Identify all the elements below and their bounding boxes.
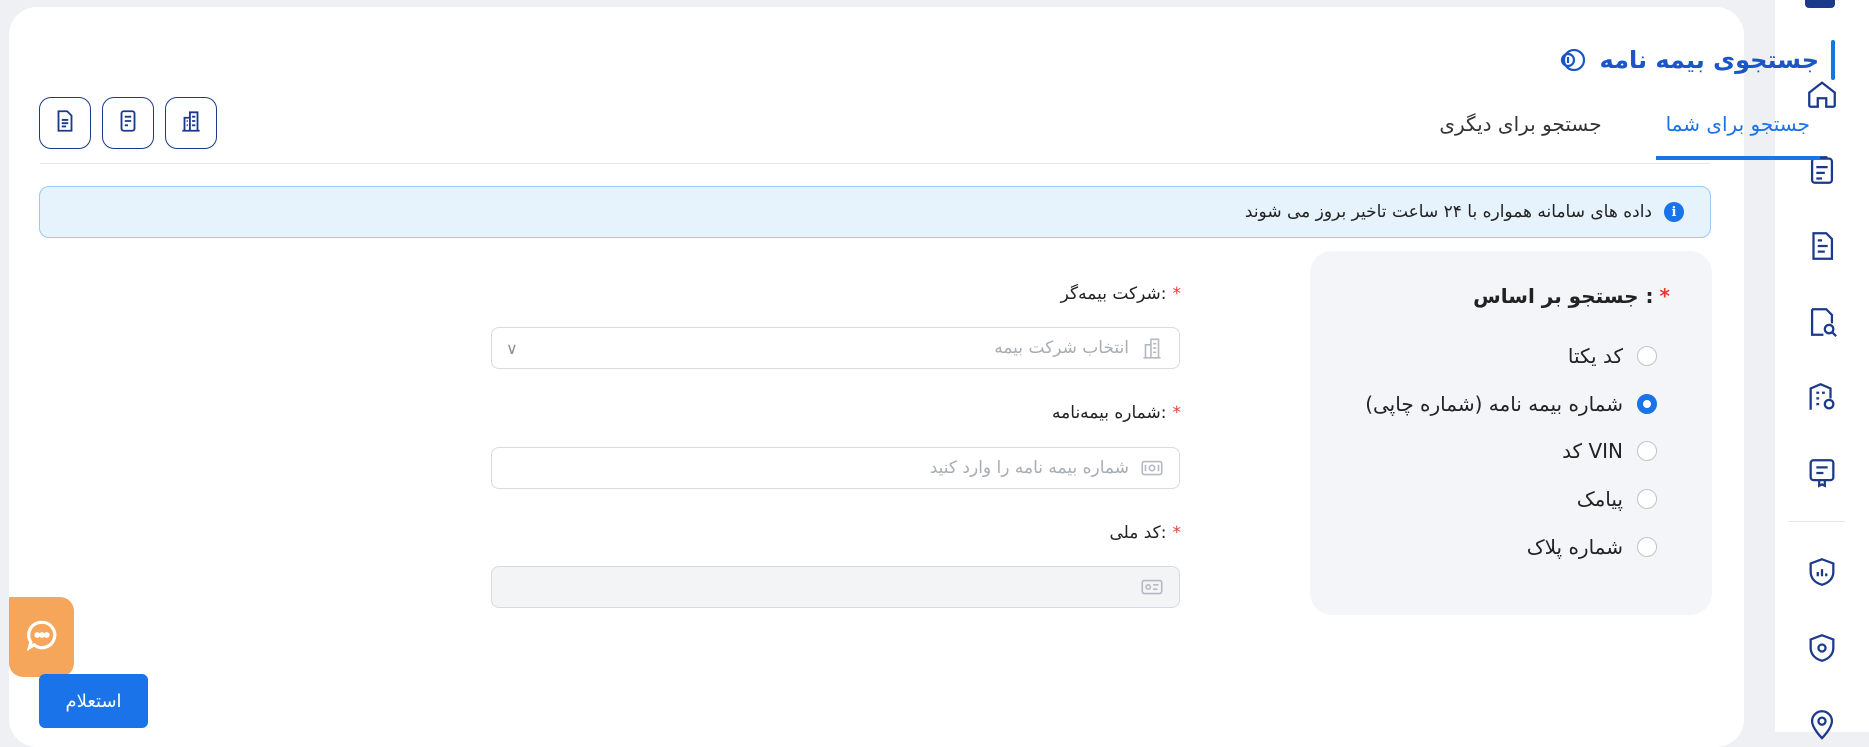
radio-vin-code[interactable]: کد VIN [1562,439,1657,463]
radio-label: شماره پلاک [1526,535,1623,559]
radio-circle[interactable] [1637,489,1657,509]
info-alert: داده های سامانه همواره با ۲۴ ساعت تاخیر … [39,186,1711,238]
policy-icon[interactable] [1805,229,1839,263]
info-icon: i [1664,202,1684,222]
radio-circle[interactable] [1637,537,1657,557]
inquiry-button[interactable]: استعلام [39,674,148,728]
policy-number-input[interactable]: شماره بیمه نامه را وارد کنید [491,447,1180,489]
required-mark: * [1172,523,1182,543]
document-icon [52,108,78,138]
ticket-icon [1139,455,1165,481]
id-card-icon [1139,574,1165,600]
radio-label: کد VIN [1562,439,1623,463]
search-by-panel: جستجو بر اساس : * کد یکتا شماره بیمه نام… [1310,251,1712,615]
alert-text: داده های سامانه همواره با ۲۴ ساعت تاخیر … [1244,202,1652,222]
shield-settings-icon[interactable] [1805,631,1839,665]
sidebar-divider [1789,521,1845,522]
radio-circle-checked[interactable] [1637,394,1657,414]
insurer-label-row: شرکت بیمه‌گر: * [1061,284,1181,304]
insurer-select[interactable]: انتخاب شرکت بیمه ∨ [491,327,1180,369]
policy-number-label: شماره بیمه‌نامه: [1052,403,1167,423]
receipt-icon [115,108,141,138]
policy-search-icon[interactable] [1805,305,1839,339]
national-code-label-row: کد ملی: * [1109,523,1181,543]
tab-search-for-you[interactable]: جستجو برای شما [1655,104,1820,160]
support-chat-button[interactable] [9,597,74,677]
location-icon[interactable] [1805,707,1839,741]
radio-circle[interactable] [1637,441,1657,461]
required-mark: * [1172,403,1182,423]
required-mark: * [1172,284,1182,304]
document-button[interactable] [39,97,91,149]
required-mark: * [1659,284,1670,308]
building-icon [178,108,204,138]
certificate-icon[interactable] [1805,456,1839,490]
radio-label: پیامک [1576,487,1623,511]
radio-unique-code[interactable]: کد یکتا [1568,344,1657,368]
building-button[interactable] [165,97,217,149]
radio-label: کد یکتا [1567,344,1623,368]
title-accent-bar [1831,40,1835,80]
receipt-button[interactable] [102,97,154,149]
shield-chart-icon[interactable] [1805,555,1839,589]
radio-plate-number[interactable]: شماره پلاک [1527,535,1657,559]
policy-search-icon [1556,44,1588,76]
tab-search-for-others[interactable]: جستجو برای دیگری [1429,104,1611,160]
toolbar [39,97,217,149]
tab-bar: جستجو برای دیگری جستجو برای شما [1429,104,1820,160]
radio-label: شماره بیمه نامه (شماره چاپی) [1365,392,1623,416]
page-header: جستجوی بیمه نامه [1556,40,1835,80]
search-by-title: جستجو بر اساس : * [1473,284,1670,308]
radio-circle[interactable] [1637,346,1657,366]
radio-policy-number[interactable]: شماره بیمه نامه (شماره چاپی) [1365,392,1657,416]
chat-bubble-icon [23,616,61,658]
search-by-label: جستجو بر اساس : [1473,284,1654,308]
building-policy-icon[interactable] [1805,380,1839,414]
national-code-label: کد ملی: [1109,523,1167,543]
radio-sms[interactable]: پیامک [1577,487,1657,511]
building-icon [1139,335,1165,361]
page-title: جستجوی بیمه نامه [1599,46,1819,74]
policy-number-placeholder: شماره بیمه نامه را وارد کنید [929,458,1129,478]
insurer-placeholder: انتخاب شرکت بیمه [994,338,1129,358]
policy-label-row: شماره بیمه‌نامه: * [1052,403,1181,423]
menu-icon[interactable] [1805,0,1835,8]
chevron-down-icon[interactable]: ∨ [506,339,518,358]
tabs-divider [40,163,1710,164]
national-code-input[interactable] [491,566,1180,608]
insurer-label: شرکت بیمه‌گر: [1060,284,1167,304]
